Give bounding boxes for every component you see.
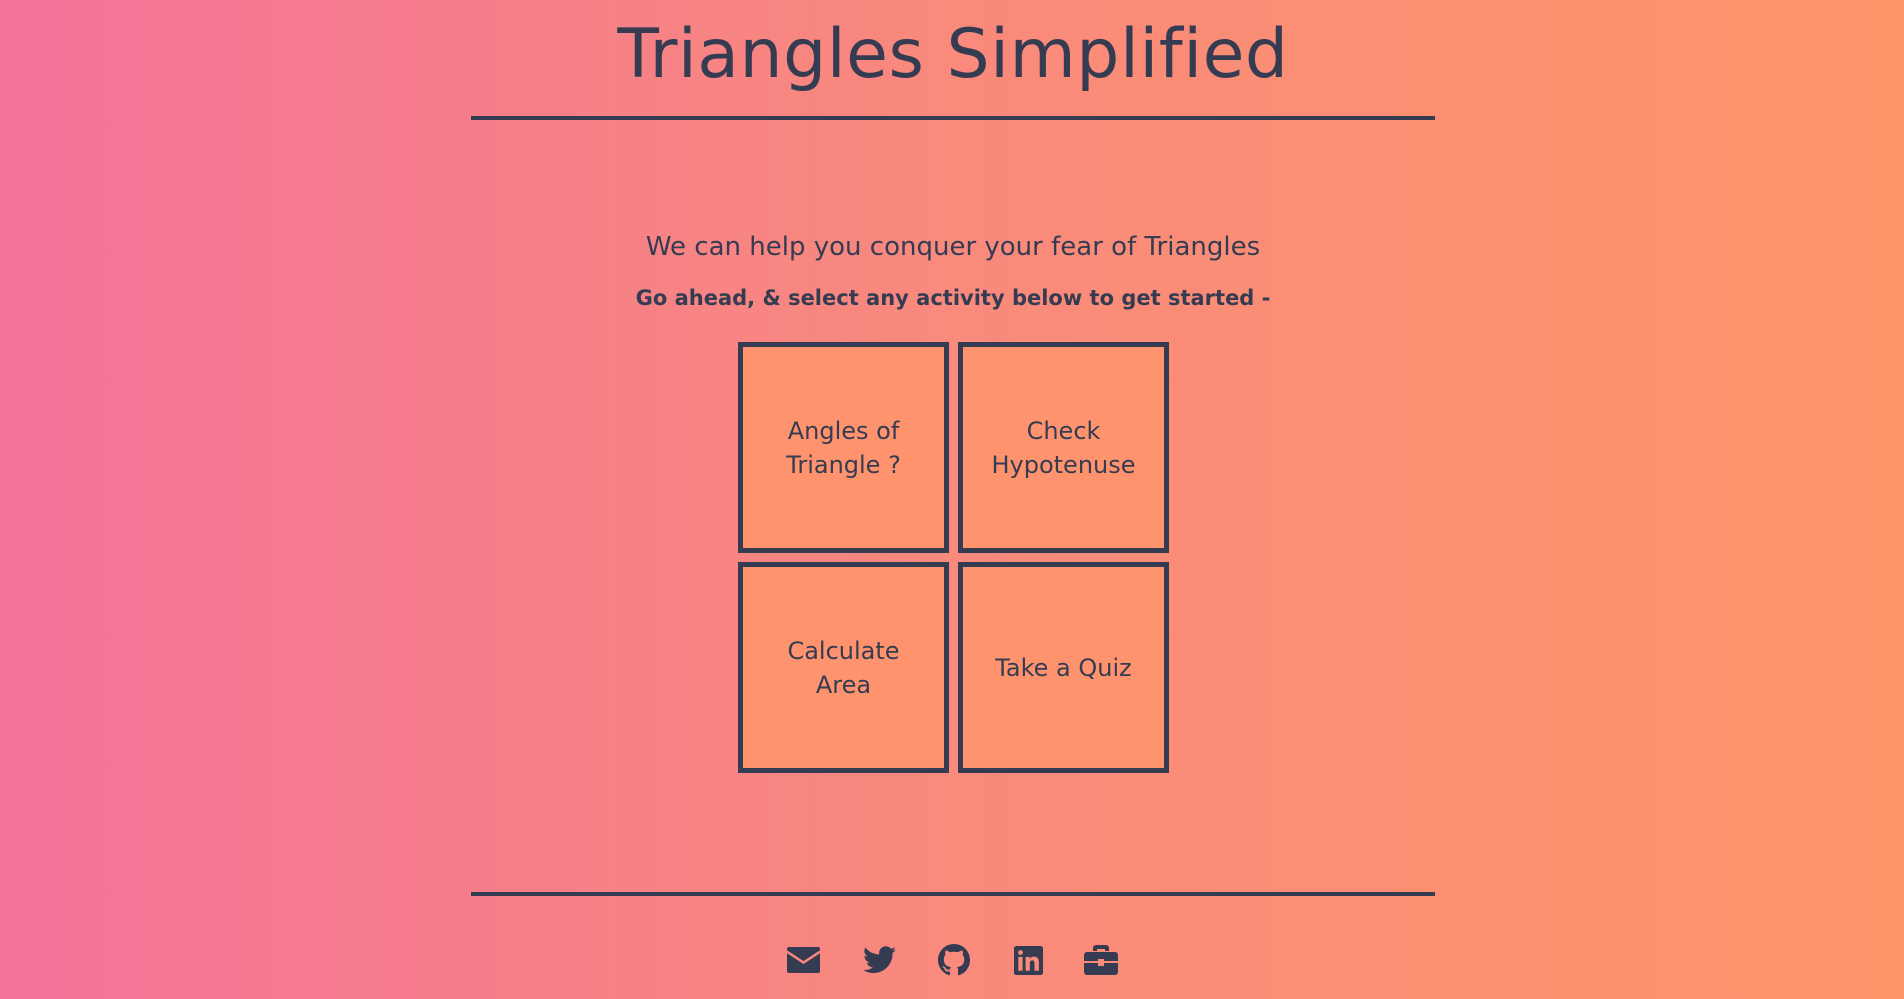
linkedin-icon <box>1013 945 1043 975</box>
twitter-link[interactable] <box>859 940 899 980</box>
activity-label: Calculate Area <box>787 636 900 699</box>
envelope-icon <box>786 947 820 973</box>
footer-social-links <box>471 940 1435 980</box>
email-link[interactable] <box>783 940 823 980</box>
activity-label: Angles of Triangle ? <box>786 416 901 479</box>
footer-divider <box>471 892 1435 896</box>
header-divider <box>471 116 1435 120</box>
github-icon <box>938 944 970 976</box>
github-link[interactable] <box>934 940 974 980</box>
activity-hypotenuse-button[interactable]: Check Hypotenuse <box>958 342 1169 553</box>
activity-grid: Angles of Triangle ? Check Hypotenuse Ca… <box>738 342 1169 773</box>
linkedin-link[interactable] <box>1008 940 1048 980</box>
portfolio-link[interactable] <box>1081 940 1121 980</box>
page-title: Triangles Simplified <box>617 15 1289 94</box>
activity-label: Check Hypotenuse <box>991 416 1136 479</box>
tagline: We can help you conquer your fear of Tri… <box>645 232 1261 262</box>
activity-area-button[interactable]: Calculate Area <box>738 562 949 773</box>
activity-label: Take a Quiz <box>995 653 1132 682</box>
twitter-icon <box>862 946 896 974</box>
instruction-text: Go ahead, & select any activity below to… <box>635 286 1271 310</box>
briefcase-icon <box>1084 945 1118 975</box>
activity-quiz-button[interactable]: Take a Quiz <box>958 562 1169 773</box>
activity-angles-button[interactable]: Angles of Triangle ? <box>738 342 949 553</box>
page-container: Triangles Simplified We can help you con… <box>471 0 1435 999</box>
